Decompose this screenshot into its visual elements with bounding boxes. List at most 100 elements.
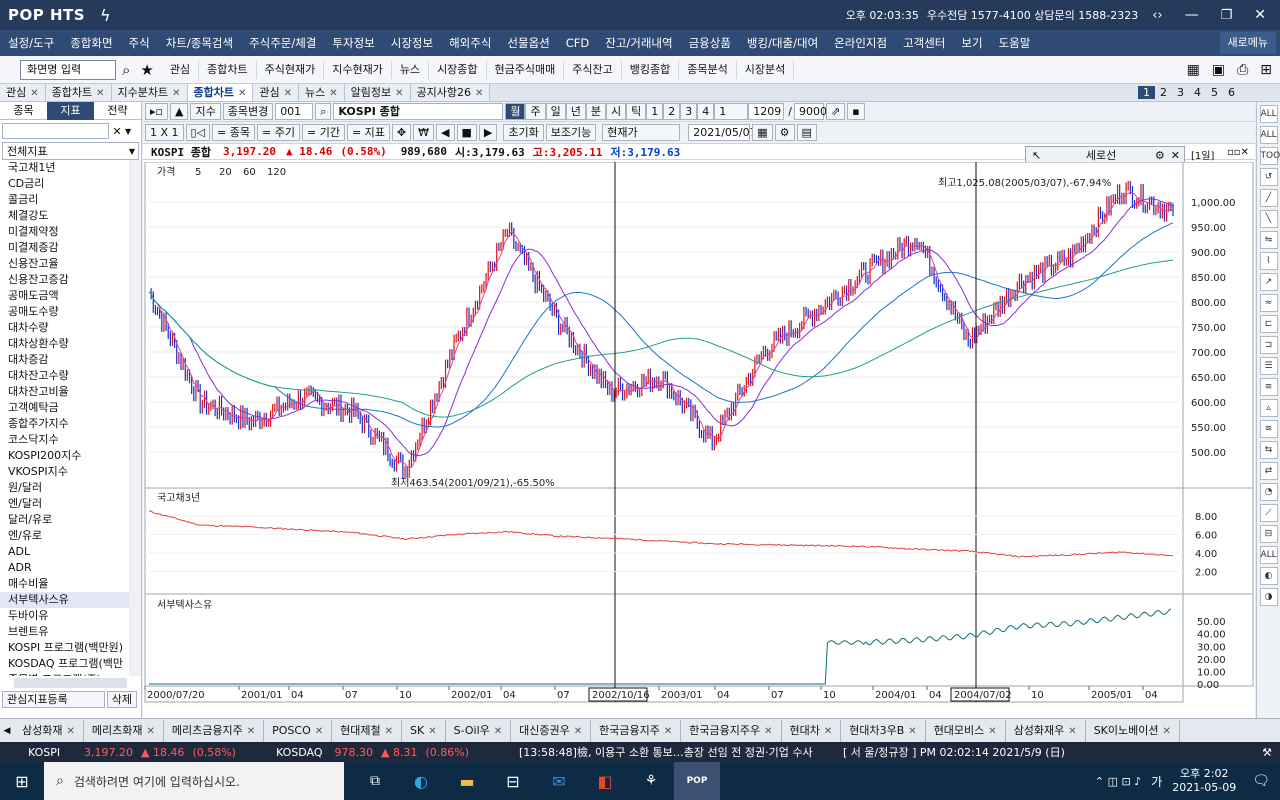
price-mode-select[interactable]: 현재가 <box>602 124 681 141</box>
drawing-tool-icon[interactable]: ≈ <box>1259 294 1278 312</box>
period-button[interactable]: 주 <box>525 103 546 120</box>
drawing-tool-icon[interactable]: ◐ <box>1259 567 1278 585</box>
indicator-list-item[interactable]: ADL <box>0 544 129 560</box>
indicator-list-item[interactable]: 대차잔고수량 <box>0 368 129 384</box>
close-icon[interactable]: ✕ <box>329 88 337 99</box>
toolbar-button[interactable]: 시장종합 <box>429 60 487 79</box>
menu-item[interactable]: 해외주식 <box>441 35 499 51</box>
menu-item[interactable]: 주식 <box>121 35 158 51</box>
news-ticker[interactable]: [13:58:48]檢, 이용구 소환 통보…총장 선임 전 정권·기업 수사 <box>519 744 829 760</box>
compare-button[interactable]: = 기간 <box>301 124 345 141</box>
tab-page-button[interactable]: 6 <box>1223 86 1240 99</box>
drawing-tool-icon[interactable]: ◑ <box>1259 588 1278 606</box>
register-indicator-button[interactable]: 관심지표등록 <box>2 690 105 708</box>
fast-icon[interactable]: ₩ <box>413 124 435 141</box>
wrench-icon[interactable]: ⚒ <box>1262 746 1272 759</box>
tab-page-button[interactable]: 4 <box>1189 86 1206 99</box>
gear-icon[interactable]: ⚙ <box>774 124 795 141</box>
indicator-list-item[interactable]: 대차증감 <box>0 352 129 368</box>
chart-svg[interactable]: 1,000.00 950.00 900.00 850.00 800.00 750.00 70… <box>143 162 1255 718</box>
menu-item[interactable]: 금융상품 <box>681 35 739 51</box>
fit-icon[interactable]: ▯◁ <box>185 124 211 141</box>
menu-item[interactable]: 고객센터 <box>895 35 953 51</box>
stock-tab[interactable]: 삼성화재우 ✕ <box>1006 719 1086 742</box>
drawing-tool-icon[interactable]: ⟋ <box>1259 504 1278 522</box>
move-icon[interactable]: ✥ <box>391 124 412 141</box>
stock-tab[interactable]: 한국금융지주 ✕ <box>591 719 682 742</box>
indicator-list-item[interactable]: 공매도수량 <box>0 304 129 320</box>
interval-button[interactable]: 3 <box>680 103 698 120</box>
drawing-tool-icon[interactable]: ≋ <box>1259 420 1278 438</box>
stock-tab[interactable]: 현대제철 ✕ <box>332 719 402 742</box>
close-icon[interactable]: ✕ <box>1068 726 1076 737</box>
close-icon[interactable]: ✕ <box>1171 149 1180 162</box>
drawing-tool-icon[interactable]: ≡ <box>1259 378 1278 396</box>
star-icon[interactable]: ★ <box>140 61 153 79</box>
screen-tab[interactable]: 공지사항26 ✕ <box>410 84 491 101</box>
ime-label[interactable]: 가 <box>1151 773 1162 790</box>
menu-item[interactable]: 잔고/거래내역 <box>597 35 680 51</box>
indicator-category-select[interactable]: 전체지표 <box>3 143 129 159</box>
print-icon[interactable]: ⎙ <box>1237 62 1248 78</box>
chevron-down-icon[interactable]: ▼ <box>125 127 139 136</box>
windows-start-icon[interactable]: ⊞ <box>0 772 44 791</box>
table-icon[interactable]: ▤ <box>796 124 817 141</box>
close-icon[interactable]: ✕ <box>247 726 255 737</box>
indicator-list-item[interactable]: KOSPI 프로그램(백만원) <box>0 640 129 656</box>
menu-item[interactable]: 시장정보 <box>383 35 441 51</box>
indicator-list-item[interactable]: 대차수량 <box>0 320 129 336</box>
game-icon[interactable]: ⚘ <box>628 773 674 789</box>
tab-page-button[interactable]: 3 <box>1172 86 1189 99</box>
save-icon[interactable]: ▪ <box>847 103 865 120</box>
close-icon[interactable]: ✕ <box>475 88 483 99</box>
indicator-list-item[interactable]: 고객예탁금 <box>0 400 129 416</box>
tab-page-button[interactable]: 2 <box>1155 86 1172 99</box>
screen-tab[interactable]: 관심 ✕ <box>253 84 300 101</box>
drawing-tool-icon[interactable]: ↺ <box>1259 168 1278 186</box>
chevron-down-icon[interactable]: ▼ <box>129 147 135 156</box>
stock-tab[interactable]: 메리츠금융지주 ✕ <box>164 719 265 742</box>
indicator-list-item[interactable]: 종합주가지수 <box>0 416 129 432</box>
prev-icon[interactable]: ◀ <box>436 124 455 141</box>
indicator-list-item[interactable]: 두바이유 <box>0 608 129 624</box>
toolbar-button[interactable]: 뉴스 <box>392 60 430 79</box>
close-icon[interactable]: ✕ <box>664 726 672 737</box>
indicator-list-item[interactable]: KOSDAQ 프로그램(백만 <box>0 656 129 672</box>
edge-icon[interactable]: ◐ <box>398 772 444 791</box>
drawing-tool-icon[interactable]: ⊟ <box>1259 525 1278 543</box>
period-button[interactable]: 년 <box>565 103 586 120</box>
gear-icon[interactable]: ⚙ <box>1155 149 1165 162</box>
drawing-tool-icon[interactable]: ⇋ <box>1259 231 1278 249</box>
office-icon[interactable]: ◧ <box>582 772 628 791</box>
drawing-tool-icon[interactable]: ⇄ <box>1259 462 1278 480</box>
up-icon[interactable]: ▲ <box>169 103 189 120</box>
scroll-left-icon[interactable]: ◀ <box>0 726 14 736</box>
next-icon[interactable]: ▶ <box>478 124 498 141</box>
indicator-list-item[interactable]: CD금리 <box>0 176 129 192</box>
close-icon[interactable]: ✕ <box>1162 726 1170 737</box>
stock-tab[interactable]: SK ✕ <box>402 719 446 742</box>
stock-tab[interactable]: POSCO ✕ <box>264 719 333 742</box>
indicator-list-item[interactable]: 코스닥지수 <box>0 432 129 448</box>
drawing-tool-icon[interactable]: ▵ <box>1259 399 1278 417</box>
close-icon[interactable]: ✕ <box>172 88 180 99</box>
toolbar-button[interactable]: 종합차트 <box>199 60 257 79</box>
close-icon[interactable]: ✕ <box>96 88 104 99</box>
left-tab[interactable]: 지표 <box>47 101 94 120</box>
menu-item[interactable]: 차트/종목검색 <box>158 35 241 51</box>
screen-tab[interactable]: 뉴스 ✕ <box>299 84 345 101</box>
search-icon[interactable]: ⌕ <box>315 103 332 120</box>
calculator-icon[interactable]: ▦ <box>1187 62 1200 78</box>
stock-tab[interactable]: 삼성화재 ✕ <box>14 719 84 742</box>
indicator-list-item[interactable]: 대차잔고비율 <box>0 384 129 400</box>
close-icon[interactable]: ✕ <box>30 88 38 99</box>
period-button[interactable]: 분 <box>585 103 606 120</box>
search-icon[interactable]: ⌕ <box>122 61 130 79</box>
close-icon[interactable]: ✕ <box>764 726 772 737</box>
indicator-list-item[interactable]: 체결강도 <box>0 208 129 224</box>
cursor-icon[interactable]: ↖ <box>1032 149 1041 162</box>
clear-icon[interactable]: ✕ <box>109 125 125 138</box>
close-icon[interactable]: ✕ <box>428 726 436 737</box>
screen-tab[interactable]: 종합차트 ✕ <box>45 84 112 101</box>
close-icon[interactable]: ✕ <box>395 88 403 99</box>
